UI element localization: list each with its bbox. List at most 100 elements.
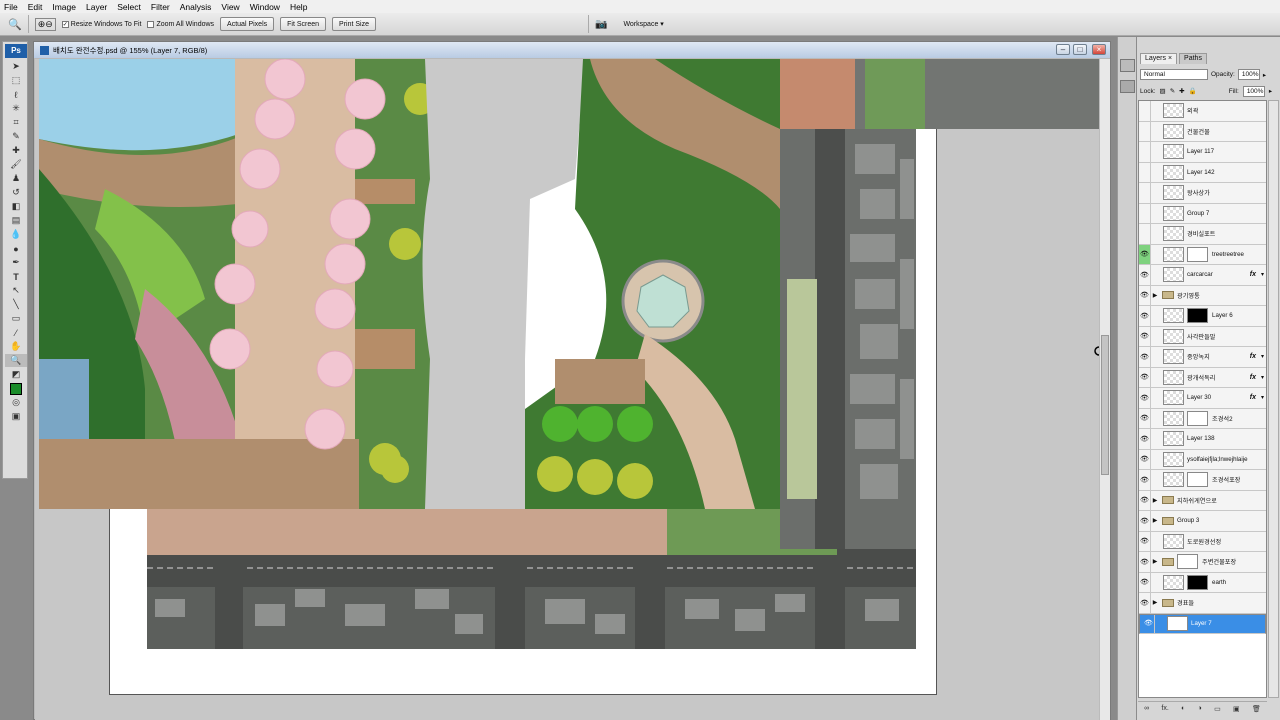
visibility-eye-icon[interactable]: 👁	[1139, 244, 1151, 264]
visibility-eye-icon[interactable]: 👁	[1139, 326, 1151, 346]
layer-mask-thumbnail[interactable]	[1177, 554, 1198, 570]
visibility-eye-icon[interactable]: 👁	[1139, 388, 1151, 408]
layer-row[interactable]: 👁 Layer 30 fx ▾	[1139, 388, 1266, 409]
layer-row[interactable]: 👁 조경석포장	[1139, 470, 1266, 491]
layer-row[interactable]: 👁 외곽	[1139, 101, 1266, 122]
zoom-in-icon[interactable]: ⊕⊖	[34, 17, 56, 31]
screen-mode-icon[interactable]: ▣	[5, 410, 27, 423]
visibility-eye-icon[interactable]: 👁	[1139, 265, 1151, 285]
line-tool-icon[interactable]: ╲	[5, 298, 27, 311]
layer-row[interactable]: 👁 ▶ 주변건물포장	[1139, 552, 1266, 573]
layers-scrollbar[interactable]	[1268, 100, 1279, 698]
chevron-down-icon[interactable]: ▸	[1269, 87, 1272, 95]
menu-item-filter[interactable]: Filter	[151, 2, 170, 12]
layer-row[interactable]: 👁 중앙녹지 fx ▾	[1139, 347, 1266, 368]
layer-row[interactable]: 👁 earth	[1139, 572, 1266, 593]
eyedropper2-icon[interactable]: ⁄	[5, 326, 27, 339]
scroll-thumb[interactable]	[1101, 335, 1109, 475]
pen-tool-icon[interactable]: ✒	[5, 256, 27, 269]
layer-mask-thumbnail[interactable]	[1187, 410, 1208, 426]
move-tool-icon[interactable]: ➤	[5, 60, 27, 73]
layer-row[interactable]: 👁 Layer 142	[1139, 162, 1266, 183]
layer-action-icon[interactable]: fx.	[1161, 705, 1168, 712]
tab-layers[interactable]: Layers ×	[1140, 53, 1178, 64]
expand-arrow-icon[interactable]: ▶	[1151, 497, 1159, 504]
maximize-button[interactable]: □	[1073, 44, 1087, 55]
expand-arrow-icon[interactable]: ▶	[1151, 558, 1159, 565]
eyedropper-icon[interactable]: ✎	[5, 130, 27, 143]
visibility-eye-icon[interactable]: 👁	[1139, 572, 1151, 592]
close-button[interactable]: ×	[1092, 44, 1106, 55]
menu-item-select[interactable]: Select	[117, 2, 141, 12]
expand-arrow-icon[interactable]: ▶	[1151, 517, 1159, 524]
vertical-scrollbar[interactable]	[1099, 59, 1110, 720]
visibility-eye-icon[interactable]: 👁	[1139, 490, 1151, 510]
visibility-eye-icon[interactable]: 👁	[1139, 347, 1151, 367]
opacity-field[interactable]: 100%	[1237, 69, 1260, 80]
magic-wand-icon[interactable]: ✳	[5, 102, 27, 115]
visibility-eye-icon[interactable]: 👁	[1139, 511, 1151, 531]
visibility-eye-icon[interactable]: 👁	[1139, 367, 1151, 387]
menu-item-window[interactable]: Window	[250, 2, 280, 12]
visibility-eye-icon[interactable]: 👁	[1139, 203, 1151, 223]
lock-all-icon[interactable]: 🔒	[1189, 87, 1197, 95]
expand-arrow-icon[interactable]: ▶	[1151, 292, 1159, 299]
layer-row[interactable]: 👁 사각판들말	[1139, 326, 1266, 347]
canvas-area[interactable]	[35, 59, 1099, 720]
layer-row[interactable]: 👁 ▶ Group 3	[1139, 511, 1266, 532]
layer-mask-thumbnail[interactable]	[1187, 308, 1208, 324]
visibility-eye-icon[interactable]: 👁	[1139, 593, 1151, 613]
dodge-tool-icon[interactable]: ●	[5, 242, 27, 255]
menu-item-edit[interactable]: Edit	[28, 2, 43, 12]
bridge-icon[interactable]: 📷	[595, 19, 607, 30]
lock-transparent-icon[interactable]: ▨	[1160, 87, 1166, 95]
workspace-button[interactable]: Workspace ▾	[623, 20, 663, 28]
visibility-eye-icon[interactable]: 👁	[1139, 449, 1151, 469]
menu-item-layer[interactable]: Layer	[86, 2, 107, 12]
expand-arrow-icon[interactable]: ▶	[1151, 599, 1159, 606]
lasso-tool-icon[interactable]: ℓ	[5, 88, 27, 101]
layer-row[interactable]: 👁 ▶ 광기영통	[1139, 285, 1266, 306]
type-tool-icon[interactable]: T	[5, 270, 27, 283]
fx-icon[interactable]: fx	[1250, 353, 1256, 360]
layer-row[interactable]: 👁 treetreetree	[1139, 244, 1266, 265]
hand-tool-icon[interactable]: ✋	[5, 340, 27, 353]
layer-row[interactable]: 👁 도로원경선정	[1139, 531, 1266, 552]
visibility-eye-icon[interactable]: 👁	[1139, 306, 1151, 326]
layer-action-icon[interactable]: 🗑	[1252, 705, 1261, 713]
visibility-eye-icon[interactable]: 👁	[1139, 470, 1151, 490]
chevron-down-icon[interactable]: ▸	[1263, 71, 1266, 79]
fx-expand-icon[interactable]: ▾	[1261, 374, 1264, 381]
visibility-eye-icon[interactable]: 👁	[1139, 142, 1151, 162]
visibility-eye-icon[interactable]: 👁	[1139, 224, 1151, 244]
visibility-eye-icon[interactable]: 👁	[1139, 285, 1151, 305]
actions-icon[interactable]	[1120, 80, 1135, 93]
quick-mask-icon[interactable]: ◎	[5, 396, 27, 409]
eraser-tool-icon[interactable]: ◧	[5, 200, 27, 213]
gradient-tool-icon[interactable]: ▤	[5, 214, 27, 227]
visibility-eye-icon[interactable]: 👁	[1139, 408, 1151, 428]
visibility-eye-icon[interactable]: 👁	[1139, 429, 1151, 449]
layer-action-icon[interactable]: ▭	[1214, 705, 1221, 713]
menu-item-analysis[interactable]: Analysis	[180, 2, 212, 12]
menu-item-file[interactable]: File	[4, 2, 18, 12]
visibility-eye-icon[interactable]: 👁	[1139, 121, 1151, 141]
fx-expand-icon[interactable]: ▾	[1261, 353, 1264, 360]
layer-row[interactable]: 👁 Layer 138	[1139, 429, 1266, 450]
fx-expand-icon[interactable]: ▾	[1261, 271, 1264, 278]
layer-mask-thumbnail[interactable]	[1187, 246, 1208, 262]
zoom-tool-icon[interactable]: 🔍	[8, 18, 22, 31]
layer-action-icon[interactable]: ∞	[1144, 705, 1149, 712]
blend-mode-select[interactable]: Normal	[1140, 69, 1208, 80]
menu-item-help[interactable]: Help	[290, 2, 307, 12]
layer-action-icon[interactable]: ◐	[1181, 705, 1185, 712]
layer-action-icon[interactable]: ◑	[1198, 705, 1202, 712]
layer-row[interactable]: 👁 경비실포트	[1139, 224, 1266, 245]
path-selection-icon[interactable]: ↖	[5, 284, 27, 297]
healing-brush-icon[interactable]: ✚	[5, 144, 27, 157]
stamp-tool-icon[interactable]: ♟	[5, 172, 27, 185]
layer-row[interactable]: 👁 조경석2	[1139, 408, 1266, 429]
layer-mask-thumbnail[interactable]	[1187, 574, 1208, 590]
notes-tool-icon[interactable]: ▭	[5, 312, 27, 325]
layer-row[interactable]: 👁 Group 7	[1139, 203, 1266, 224]
